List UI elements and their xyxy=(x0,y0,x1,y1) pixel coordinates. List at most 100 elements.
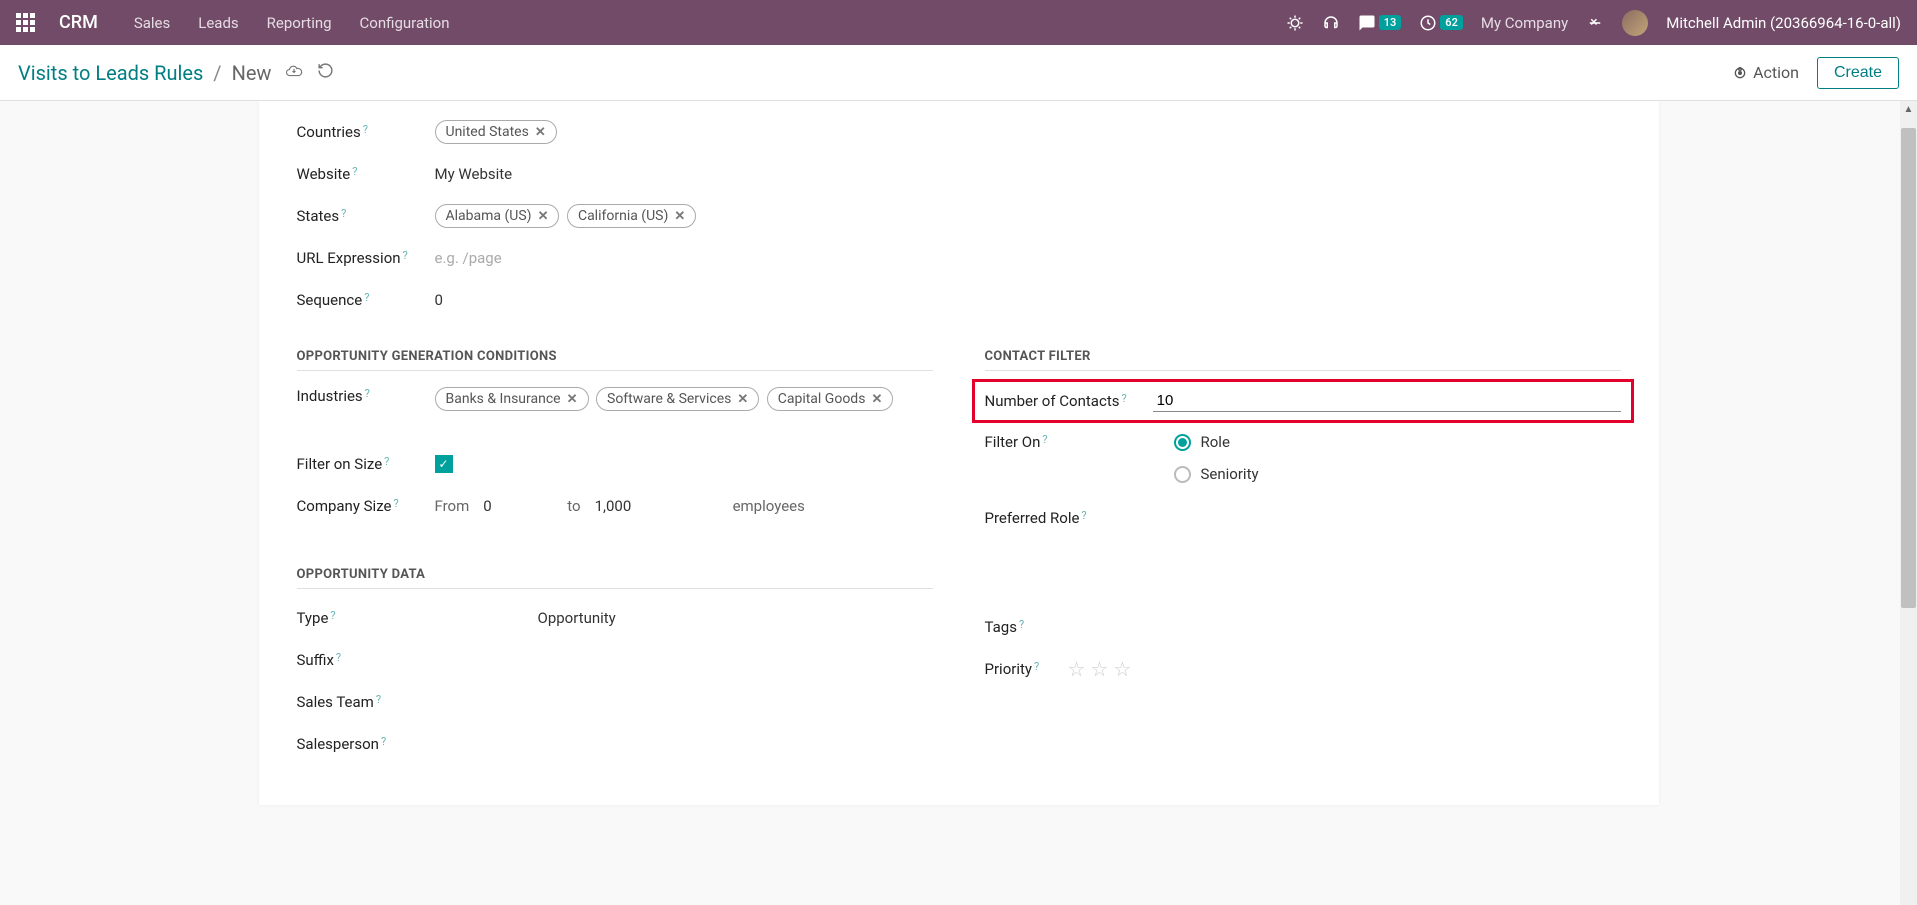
help-icon[interactable]: ? xyxy=(364,291,369,304)
priority-label: Priority? xyxy=(985,660,1060,678)
states-tags[interactable]: Alabama (US)✕ California (US)✕ xyxy=(435,204,701,228)
size-to-label: to xyxy=(567,497,580,515)
nav-configuration[interactable]: Configuration xyxy=(360,14,450,32)
url-expression-input[interactable]: e.g. /page xyxy=(435,249,502,267)
help-icon[interactable]: ? xyxy=(336,651,341,664)
states-label: States? xyxy=(297,207,427,225)
tag-industry[interactable]: Banks & Insurance✕ xyxy=(435,387,589,411)
size-to-input[interactable]: 1,000 xyxy=(595,497,665,515)
tag-state[interactable]: California (US)✕ xyxy=(567,204,696,228)
breadcrumb: Visits to Leads Rules / New xyxy=(18,61,334,85)
discard-icon[interactable] xyxy=(317,62,334,83)
help-icon[interactable]: ? xyxy=(1121,392,1126,405)
size-from-label: From xyxy=(435,497,470,515)
help-icon[interactable]: ? xyxy=(341,207,346,220)
company-size-range: From 0 to 1,000 employees xyxy=(435,497,805,515)
num-contacts-input[interactable] xyxy=(1153,390,1621,412)
help-icon[interactable]: ? xyxy=(352,165,357,178)
tag-remove-icon[interactable]: ✕ xyxy=(535,125,546,140)
tag-remove-icon[interactable]: ✕ xyxy=(737,392,748,407)
radio-role-label: Role xyxy=(1201,433,1230,451)
help-icon[interactable]: ? xyxy=(1019,618,1024,631)
size-from-input[interactable]: 0 xyxy=(483,497,553,515)
bug-icon[interactable] xyxy=(1286,14,1304,32)
create-button[interactable]: Create xyxy=(1817,57,1899,89)
form-sheet: Countries? United States✕ Website? My We… xyxy=(259,101,1659,805)
help-icon[interactable]: ? xyxy=(365,387,370,400)
help-icon[interactable]: ? xyxy=(1034,660,1039,673)
countries-label: Countries? xyxy=(297,123,427,141)
support-icon[interactable] xyxy=(1322,14,1340,32)
tag-industry[interactable]: Capital Goods✕ xyxy=(767,387,894,411)
filter-size-checkbox[interactable]: ✓ xyxy=(435,455,453,473)
company-name[interactable]: My Company xyxy=(1481,14,1568,32)
avatar[interactable] xyxy=(1622,10,1648,36)
clock-badge: 62 xyxy=(1440,15,1463,30)
nav-reporting[interactable]: Reporting xyxy=(267,14,332,32)
star-icon[interactable]: ☆ xyxy=(1068,657,1086,681)
help-icon[interactable]: ? xyxy=(376,693,381,706)
scroll-up-arrow[interactable]: ▲ xyxy=(1900,101,1917,118)
size-unit: employees xyxy=(733,497,805,515)
help-icon[interactable]: ? xyxy=(381,735,386,748)
radio-icon xyxy=(1174,434,1191,451)
app-name[interactable]: CRM xyxy=(59,12,98,33)
help-icon[interactable]: ? xyxy=(363,123,368,136)
nav-leads[interactable]: Leads xyxy=(198,14,238,32)
sales-team-label: Sales Team? xyxy=(297,693,427,711)
section-opportunity-data: OPPORTUNITY DATA xyxy=(297,567,933,589)
radio-seniority[interactable]: Seniority xyxy=(1174,465,1259,483)
nav-sales[interactable]: Sales xyxy=(134,14,170,32)
messages-icon[interactable]: 13 xyxy=(1358,14,1402,32)
tag-remove-icon[interactable]: ✕ xyxy=(674,209,685,224)
radio-seniority-label: Seniority xyxy=(1201,465,1259,483)
countries-tags[interactable]: United States✕ xyxy=(435,120,561,144)
tag-industry[interactable]: Software & Services✕ xyxy=(596,387,759,411)
industries-tags[interactable]: Banks & Insurance✕ Software & Services✕ … xyxy=(435,387,898,411)
nav-menu: Sales Leads Reporting Configuration xyxy=(134,14,450,32)
sequence-value[interactable]: 0 xyxy=(435,291,443,309)
subheader: Visits to Leads Rules / New Action Creat… xyxy=(0,45,1917,101)
scrollbar-track[interactable] xyxy=(1900,118,1917,905)
cloud-save-icon[interactable] xyxy=(285,62,303,84)
apps-icon[interactable] xyxy=(16,13,35,32)
industries-label: Industries? xyxy=(297,387,427,405)
help-icon[interactable]: ? xyxy=(1081,509,1086,522)
breadcrumb-parent[interactable]: Visits to Leads Rules xyxy=(18,61,203,85)
tools-icon[interactable] xyxy=(1586,14,1604,32)
star-icon[interactable]: ☆ xyxy=(1113,657,1131,681)
website-label: Website? xyxy=(297,165,427,183)
tag-country[interactable]: United States✕ xyxy=(435,120,557,144)
help-icon[interactable]: ? xyxy=(403,249,408,262)
tag-remove-icon[interactable]: ✕ xyxy=(871,392,882,407)
help-icon[interactable]: ? xyxy=(384,455,389,468)
breadcrumb-current: New xyxy=(232,61,272,85)
clock-icon[interactable]: 62 xyxy=(1419,14,1463,32)
help-icon[interactable]: ? xyxy=(1042,433,1047,446)
type-value[interactable]: Opportunity xyxy=(538,609,616,627)
content: Countries? United States✕ Website? My We… xyxy=(0,101,1917,905)
tag-state[interactable]: Alabama (US)✕ xyxy=(435,204,560,228)
radio-icon xyxy=(1174,466,1191,483)
num-contacts-label: Number of Contacts? xyxy=(985,392,1140,410)
filter-size-label: Filter on Size? xyxy=(297,455,427,473)
website-value[interactable]: My Website xyxy=(435,165,513,183)
tag-remove-icon[interactable]: ✕ xyxy=(538,209,549,224)
preferred-role-label: Preferred Role? xyxy=(985,509,1140,527)
breadcrumb-sep: / xyxy=(213,61,221,85)
help-icon[interactable]: ? xyxy=(330,609,335,622)
user-name[interactable]: Mitchell Admin (20366964-16-0-all) xyxy=(1666,14,1901,32)
help-icon[interactable]: ? xyxy=(394,497,399,510)
tag-remove-icon[interactable]: ✕ xyxy=(567,392,578,407)
sequence-label: Sequence? xyxy=(297,291,427,309)
tags-label: Tags? xyxy=(985,618,1115,636)
company-size-label: Company Size? xyxy=(297,497,427,515)
priority-stars[interactable]: ☆ ☆ ☆ xyxy=(1068,657,1132,681)
action-label: Action xyxy=(1753,63,1799,82)
action-button[interactable]: Action xyxy=(1732,63,1799,82)
radio-role[interactable]: Role xyxy=(1174,433,1259,451)
scrollbar-thumb[interactable] xyxy=(1901,128,1916,608)
messages-badge: 13 xyxy=(1379,15,1402,30)
topbar-right: 13 62 My Company Mitchell Admin (2036696… xyxy=(1286,10,1901,36)
star-icon[interactable]: ☆ xyxy=(1090,657,1108,681)
